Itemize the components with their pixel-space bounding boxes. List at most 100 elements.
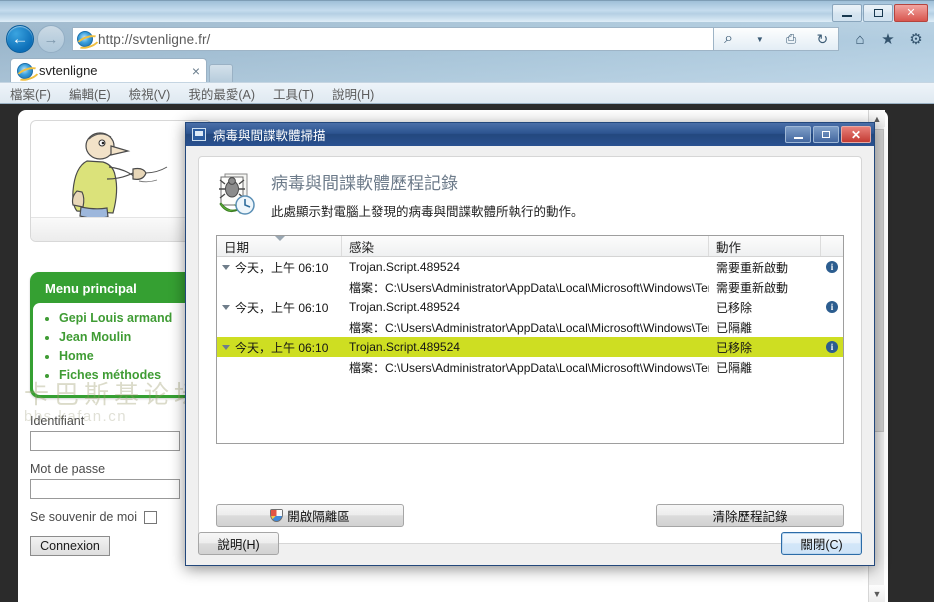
menu-link-label: Jean Moulin xyxy=(59,330,132,344)
scroll-down-arrow-icon[interactable]: ▼ xyxy=(869,585,885,602)
window-title-strip: ✕ xyxy=(0,0,934,22)
dialog-window-controls: ✕ xyxy=(785,126,874,143)
cell-action: 已隔離 xyxy=(716,360,753,375)
menu-item-help[interactable]: 說明(H) xyxy=(332,84,374,103)
back-button[interactable]: ← xyxy=(6,25,34,53)
identifiant-label: Identifiant xyxy=(30,414,85,428)
table-header-row: 日期 感染 動作 xyxy=(217,236,843,257)
tools-gear-icon[interactable]: ⚙ xyxy=(907,30,925,48)
clear-history-button[interactable]: 清除歷程記錄 xyxy=(656,504,844,527)
table-row[interactable]: 檔案：C:\Users\Administrator\AppData\Local\… xyxy=(217,357,843,377)
list-item[interactable]: Home xyxy=(59,347,205,366)
open-quarantine-label: 開啟隔離區 xyxy=(287,510,350,524)
cell-date-label: 今天，上午 06:10 xyxy=(235,260,329,275)
dialog-close-icon[interactable]: ✕ xyxy=(841,126,871,143)
history-table[interactable]: 日期 感染 動作 今天，上午 06:10 Trojan.Script.489524… xyxy=(216,235,844,444)
cell-infection: Trojan.Script.489524 xyxy=(349,260,460,274)
tab-svtenligne[interactable]: svtenligne × xyxy=(10,58,207,82)
password-field[interactable] xyxy=(30,479,180,499)
monitor-icon xyxy=(192,128,206,141)
virus-spyware-scan-dialog: 病毒與間諜軟體掃描 ✕ 病毒與間諜軟體歷程記錄 此處顯示對電腦上發現的病毒與間諜… xyxy=(185,122,875,566)
forward-button[interactable]: → xyxy=(37,25,65,53)
info-icon[interactable]: i xyxy=(826,301,838,313)
table-row[interactable]: 今天，上午 06:10 Trojan.Script.489524 已移除 i xyxy=(217,297,843,317)
dialog-body: 病毒與間諜軟體歷程記錄 此處顯示對電腦上發現的病毒與間諜軟體所執行的動作。 日期… xyxy=(186,146,874,565)
panel-title: 病毒與間諜軟體歷程記錄 xyxy=(271,174,458,193)
chevron-down-icon[interactable]: ▼ xyxy=(751,30,769,48)
search-icon[interactable]: ⌕ xyxy=(720,30,738,48)
maximize-icon[interactable] xyxy=(863,4,893,22)
info-icon[interactable]: i xyxy=(826,261,838,273)
panel-actions: 開啟隔離區 清除歷程記錄 xyxy=(216,504,844,527)
column-header-infection[interactable]: 感染 xyxy=(342,236,709,256)
column-header-date-label: 日期 xyxy=(224,240,250,255)
home-icon[interactable]: ⌂ xyxy=(851,30,869,48)
table-row[interactable]: 檔案：C:\Users\Administrator\AppData\Local\… xyxy=(217,317,843,337)
history-panel: 病毒與間諜軟體歷程記錄 此處顯示對電腦上發現的病毒與間諜軟體所執行的動作。 日期… xyxy=(198,156,862,544)
menu-item-file[interactable]: 檔案(F) xyxy=(10,84,51,103)
column-header-infection-label: 感染 xyxy=(349,240,375,255)
menu-bar: 檔案(F) 編輯(E) 檢視(V) 我的最愛(A) 工具(T) 說明(H) xyxy=(0,82,934,103)
menu-item-favorites[interactable]: 我的最愛(A) xyxy=(188,84,255,103)
favorites-star-icon[interactable]: ★ xyxy=(879,30,897,48)
list-item[interactable]: Gepi Louis armand xyxy=(59,309,205,328)
dialog-minimize-icon[interactable] xyxy=(785,126,811,143)
dialog-maximize-icon[interactable] xyxy=(813,126,839,143)
menu-item-edit[interactable]: 編輯(E) xyxy=(69,84,111,103)
tab-close-icon[interactable]: × xyxy=(192,63,200,79)
cell-date: 今天，上午 06:10 xyxy=(217,259,342,276)
menu-principal-card: Menu principal Gepi Louis armand Jean Mo… xyxy=(30,272,208,398)
window-controls: ✕ xyxy=(832,4,928,22)
panel-header: 病毒與間諜軟體歷程記錄 此處顯示對電腦上發現的病毒與間諜軟體所執行的動作。 xyxy=(199,157,861,220)
column-header-info xyxy=(821,236,843,256)
table-row[interactable]: 今天，上午 06:10 Trojan.Script.489524 需要重新啟動 i xyxy=(217,257,843,277)
menu-principal-body: Gepi Louis armand Jean Moulin Home Fiche… xyxy=(33,303,205,395)
info-icon[interactable]: i xyxy=(826,341,838,353)
tab-favicon-icon xyxy=(17,62,33,79)
new-tab-button[interactable] xyxy=(209,64,233,82)
ie-logo-icon xyxy=(77,31,93,47)
minimize-icon[interactable] xyxy=(832,4,862,22)
tab-label: svtenligne xyxy=(39,63,98,78)
address-input[interactable]: http://svtenligne.fr/ xyxy=(72,27,714,51)
dialog-footer: 說明(H) 關閉(C) xyxy=(198,531,862,555)
expand-twisty-icon[interactable] xyxy=(222,264,230,270)
help-button[interactable]: 說明(H) xyxy=(198,531,279,555)
list-item[interactable]: Jean Moulin xyxy=(59,328,205,347)
expand-twisty-icon[interactable] xyxy=(222,304,230,310)
address-bar-tools: ⌕ ▼ ⎙ ↻ xyxy=(713,27,839,51)
cell-infection: 檔案：C:\Users\Administrator\AppData\Local\… xyxy=(349,360,709,375)
menu-link-label: Gepi Louis armand xyxy=(59,311,173,325)
connexion-button[interactable]: Connexion xyxy=(30,536,110,556)
cell-infection: Trojan.Script.489524 xyxy=(349,340,460,354)
browser-chrome: ✕ ← → http://svtenligne.fr/ ⌕ ▼ ⎙ ↻ ⌂ ★ … xyxy=(0,0,934,104)
close-button[interactable]: 關閉(C) xyxy=(781,531,862,555)
panel-subtitle: 此處顯示對電腦上發現的病毒與間諜軟體所執行的動作。 xyxy=(271,205,584,219)
close-icon[interactable]: ✕ xyxy=(894,4,928,22)
sort-descending-icon xyxy=(275,236,285,241)
cell-info: i xyxy=(821,261,843,273)
compatibility-view-icon[interactable]: ⎙ xyxy=(782,30,800,48)
cell-action: 需要重新啟動 xyxy=(716,280,789,295)
expand-twisty-icon[interactable] xyxy=(222,344,230,350)
cell-date: 今天，上午 06:10 xyxy=(217,299,342,316)
cell-info: i xyxy=(821,301,843,313)
table-row[interactable]: 今天，上午 06:10 Trojan.Script.489524 已移除 i xyxy=(217,337,843,357)
remember-me-checkbox[interactable] xyxy=(144,510,158,524)
identifiant-field[interactable] xyxy=(30,431,180,451)
column-header-action[interactable]: 動作 xyxy=(709,236,821,256)
table-row[interactable]: 檔案：C:\Users\Administrator\AppData\Local\… xyxy=(217,277,843,297)
column-header-date[interactable]: 日期 xyxy=(217,236,342,256)
menu-item-tools[interactable]: 工具(T) xyxy=(273,84,314,103)
cell-action: 已隔離 xyxy=(716,320,753,335)
column-header-action-label: 動作 xyxy=(716,240,742,255)
address-bar-row: ← → http://svtenligne.fr/ ⌕ ▼ ⎙ ↻ ⌂ ★ ⚙ xyxy=(0,22,934,56)
dialog-title-text: 病毒與間諜軟體掃描 xyxy=(213,129,326,143)
remember-me-row: Se souvenir de moi xyxy=(30,510,190,524)
menu-item-view[interactable]: 檢視(V) xyxy=(129,84,171,103)
virus-history-icon xyxy=(217,173,257,215)
cell-info: i xyxy=(821,341,843,353)
refresh-icon[interactable]: ↻ xyxy=(813,30,831,48)
list-item[interactable]: Fiches méthodes xyxy=(59,366,205,385)
open-quarantine-button[interactable]: 開啟隔離區 xyxy=(216,504,404,527)
